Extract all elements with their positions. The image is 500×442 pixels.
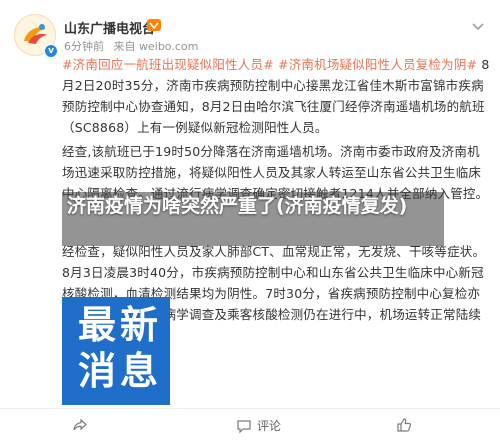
post-action-bar: 评论 xyxy=(0,408,500,442)
thumbnail-glyph: 最 xyxy=(78,303,117,347)
vip-badge-icon xyxy=(147,19,161,31)
author-name[interactable]: 山东广播电视台 xyxy=(64,18,155,37)
comment-button[interactable]: 评论 xyxy=(236,417,281,434)
post-meta: 6分钟前 来自 weibo.com xyxy=(64,38,204,54)
thumbnail-glyph: 息 xyxy=(120,349,159,393)
comment-label: 评论 xyxy=(257,419,282,433)
comment-icon xyxy=(237,419,251,433)
news-thumbnail-image[interactable]: 最 新 消 息 xyxy=(62,297,170,405)
headline-overlay-text: 济南疫情为啥突然严重了(济南疫情复发) xyxy=(67,195,408,217)
like-icon xyxy=(397,418,412,432)
verified-badge-icon: v xyxy=(44,44,58,58)
share-icon xyxy=(73,418,87,431)
post-time[interactable]: 6分钟前 xyxy=(64,40,104,53)
thumbnail-glyph: 新 xyxy=(120,303,159,347)
share-button[interactable] xyxy=(72,417,88,433)
thumbnail-glyph: 消 xyxy=(78,349,117,393)
post-paragraph-1: #济南回应一航班出现疑似阳性人员# #济南机场疑似阳性人员复检为阴# 8月2日2… xyxy=(62,54,492,138)
hashtag-link[interactable]: #济南机场疑似阳性人员复检为阴# xyxy=(278,57,477,72)
hashtag-link[interactable]: #济南回应一航班出现疑似阳性人员# xyxy=(62,57,274,72)
post-source: 来自 weibo.com xyxy=(113,40,199,53)
weibo-post-card: v 山东广播电视台 6分钟前 来自 weibo.com #济南回应一航班出现疑似… xyxy=(0,0,500,441)
chevron-down-icon[interactable] xyxy=(470,18,486,34)
like-button[interactable] xyxy=(396,417,412,433)
